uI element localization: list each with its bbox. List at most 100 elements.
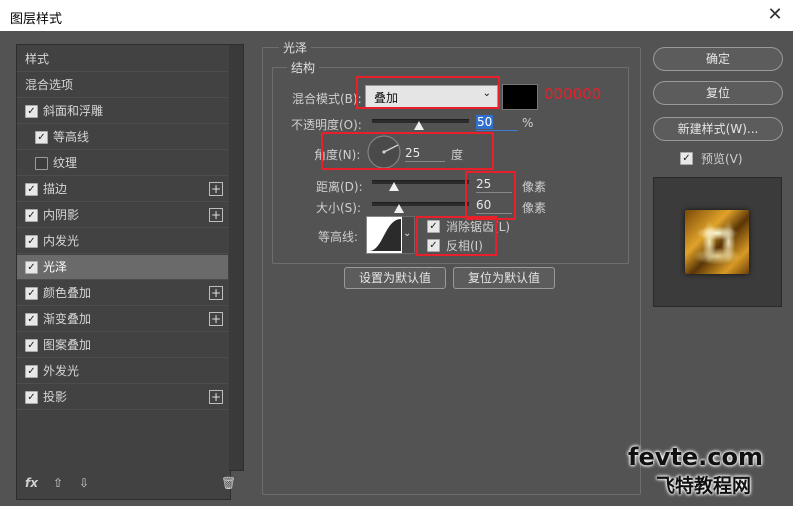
annotation-box-angle	[321, 132, 494, 170]
style-item-gradient-overlay[interactable]: ✓ 渐变叠加 +	[17, 307, 228, 332]
style-item-label: 投影	[43, 390, 68, 404]
add-effect-icon[interactable]: +	[209, 208, 223, 222]
preview-checkbox[interactable]: ✓	[680, 152, 693, 165]
style-item-checkbox[interactable]: ✓	[25, 183, 38, 196]
close-icon[interactable]: ✕	[763, 3, 787, 27]
contour-label: 等高线:	[318, 230, 359, 244]
style-item-checkbox[interactable]: ✓	[25, 287, 38, 300]
style-item-label: 外发光	[43, 364, 80, 378]
reset-button[interactable]: 复位	[653, 81, 783, 105]
check-icon: ✓	[27, 262, 36, 273]
add-effect-icon[interactable]: +	[209, 286, 223, 300]
blend-mode-label: 混合模式(B):	[292, 92, 362, 106]
window-title: 图层样式	[10, 12, 63, 27]
opacity-input[interactable]: 50	[476, 114, 518, 131]
distance-unit: 像素	[522, 180, 547, 194]
contour-preview[interactable]	[366, 216, 404, 254]
move-down-icon[interactable]: ⇩	[79, 476, 89, 490]
style-item-checkbox[interactable]: ✓	[25, 261, 38, 274]
opacity-value: 50	[476, 115, 494, 129]
opacity-unit: %	[522, 116, 534, 130]
ok-button[interactable]: 确定	[653, 47, 783, 71]
style-item-contour[interactable]: ✓ 等高线	[17, 125, 228, 150]
style-item-label: 渐变叠加	[43, 312, 92, 326]
distance-slider-thumb[interactable]	[389, 182, 399, 191]
check-icon: ✓	[27, 288, 36, 299]
style-item-checkbox[interactable]: ✓	[25, 105, 38, 118]
style-item-inner-glow[interactable]: ✓ 内发光	[17, 229, 228, 254]
style-item-checkbox[interactable]: ✓	[25, 365, 38, 378]
preview-label: 预览(V)	[701, 152, 743, 166]
add-effect-icon[interactable]: +	[209, 182, 223, 196]
size-label: 大小(S):	[316, 201, 362, 215]
layer-style-dialog: 样式 混合选项 ✓ 斜面和浮雕 ✓ 等高线 纹理 ✓ 描边 + ✓ 内阴影 + ✓ 内发光 ✓ 光泽 ✓ 颜色叠加 +…	[0, 31, 793, 506]
check-icon: ✓	[37, 132, 46, 143]
size-slider[interactable]	[372, 202, 469, 206]
make-default-button[interactable]: 设置为默认值	[344, 267, 446, 289]
style-item-label: 颜色叠加	[43, 286, 92, 300]
structure-group-title: 结构	[287, 59, 320, 76]
check-icon: ✓	[27, 314, 36, 325]
style-item-satin[interactable]: ✓ 光泽	[17, 255, 228, 280]
style-item-label: 等高线	[53, 130, 90, 144]
watermark-name: 飞特教程网	[656, 475, 752, 497]
style-item-inner-shadow[interactable]: ✓ 内阴影 +	[17, 203, 228, 228]
reset-default-button[interactable]: 复位为默认值	[453, 267, 555, 289]
fx-icon[interactable]: fx	[25, 476, 38, 490]
style-item-outer-glow[interactable]: ✓ 外发光	[17, 359, 228, 384]
style-item-label: 纹理	[53, 156, 78, 170]
annotation-box-distance-size	[465, 171, 516, 220]
style-item-checkbox[interactable]: ✓	[25, 209, 38, 222]
check-icon: ✓	[27, 184, 36, 195]
contour-dropdown[interactable]: ⌄	[402, 216, 415, 254]
satin-color-swatch[interactable]	[502, 84, 538, 110]
trash-icon[interactable]: 🗑	[221, 476, 236, 490]
style-item-label: 内阴影	[43, 208, 80, 222]
style-preview	[653, 177, 782, 307]
opacity-slider-thumb[interactable]	[414, 121, 424, 130]
watermark-site: fevte.com	[628, 443, 763, 471]
style-item-label: 光泽	[43, 260, 68, 274]
satin-group-title: 光泽	[279, 39, 312, 56]
style-item-checkbox[interactable]: ✓	[25, 313, 38, 326]
style-item-label: 内发光	[43, 234, 80, 248]
style-item-checkbox[interactable]: ✓	[25, 391, 38, 404]
check-icon: ✓	[27, 366, 36, 377]
style-item-pattern-overlay[interactable]: ✓ 图案叠加	[17, 333, 228, 358]
check-icon: ✓	[27, 392, 36, 403]
size-unit: 像素	[522, 201, 547, 215]
style-item-label: 图案叠加	[43, 338, 92, 352]
style-item-drop-shadow[interactable]: ✓ 投影 +	[17, 385, 228, 410]
style-item-label: 混合选项	[25, 78, 74, 92]
style-item-color-overlay[interactable]: ✓ 颜色叠加 +	[17, 281, 228, 306]
style-item-styles-header[interactable]: 样式	[17, 47, 228, 72]
check-icon: ✓	[682, 153, 691, 164]
new-style-button[interactable]: 新建样式(W)...	[653, 117, 783, 141]
style-item-bevel-emboss[interactable]: ✓ 斜面和浮雕	[17, 99, 228, 124]
distance-slider[interactable]	[372, 180, 469, 184]
distance-label: 距离(D):	[316, 180, 363, 194]
style-item-stroke[interactable]: ✓ 描边 +	[17, 177, 228, 202]
annotation-box-checkboxes	[416, 216, 497, 256]
size-slider-thumb[interactable]	[394, 204, 404, 213]
styles-toolbar: fx ⇧ ⇩ 🗑	[17, 470, 236, 498]
style-item-checkbox[interactable]: ✓	[35, 131, 48, 144]
check-icon: ✓	[27, 106, 36, 117]
style-item-checkbox[interactable]: ✓	[25, 339, 38, 352]
style-item-blending-options[interactable]: 混合选项	[17, 73, 228, 98]
style-item-label: 斜面和浮雕	[43, 104, 104, 118]
chevron-down-icon: ⌄	[403, 228, 412, 239]
color-hex-annotation: 000000	[544, 85, 602, 103]
title-bar: 图层样式 ✕	[0, 0, 793, 31]
check-icon: ✓	[27, 340, 36, 351]
style-item-checkbox[interactable]: ✓	[25, 235, 38, 248]
contour-curve-icon	[369, 219, 401, 251]
style-item-checkbox[interactable]	[35, 157, 48, 170]
move-up-icon[interactable]: ⇧	[53, 476, 63, 490]
styles-list-scrollbar[interactable]	[229, 44, 244, 471]
check-icon: ✓	[27, 236, 36, 247]
add-effect-icon[interactable]: +	[209, 390, 223, 404]
add-effect-icon[interactable]: +	[209, 312, 223, 326]
style-item-texture[interactable]: 纹理	[17, 151, 228, 176]
styles-list: 样式 混合选项 ✓ 斜面和浮雕 ✓ 等高线 纹理 ✓ 描边 + ✓ 内阴影 + ✓ 内发光 ✓ 光泽 ✓ 颜色叠加 +…	[16, 44, 236, 500]
